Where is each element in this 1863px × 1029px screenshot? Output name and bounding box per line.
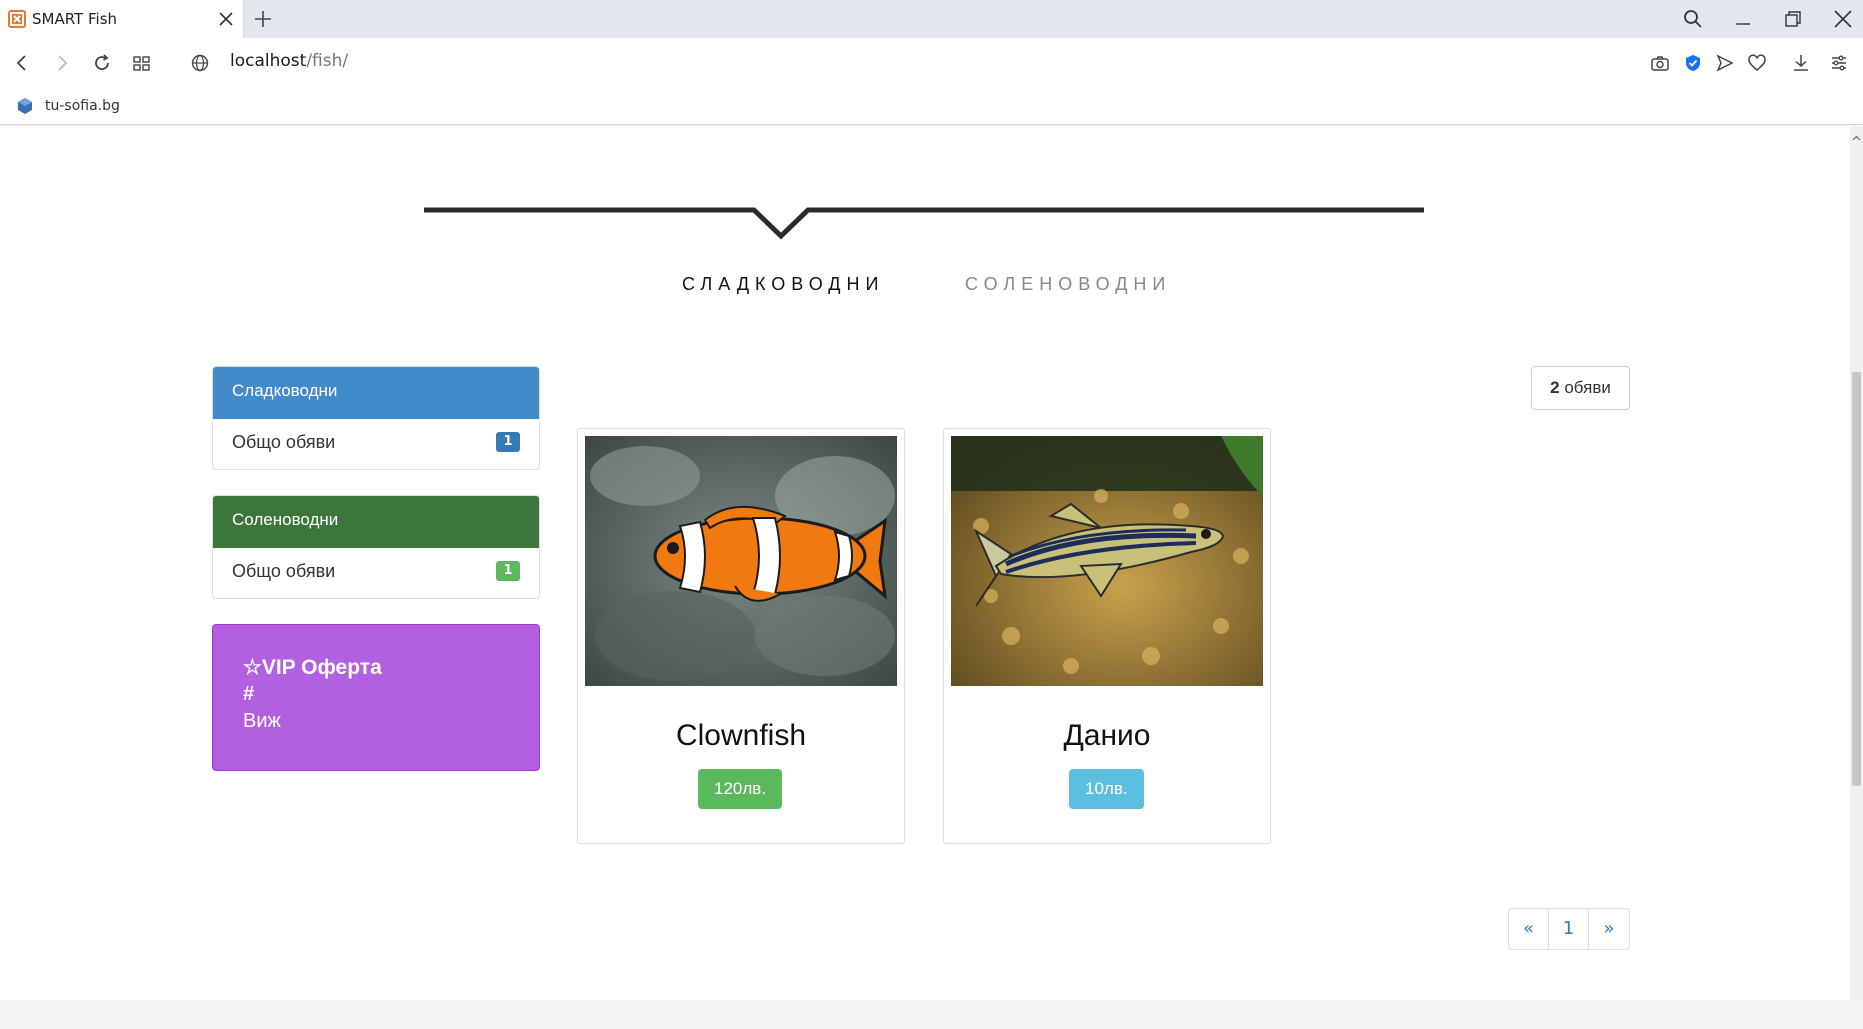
tabs-grid-icon[interactable] <box>130 51 154 75</box>
send-icon[interactable] <box>1713 51 1737 75</box>
filter-saltwater[interactable]: СОЛЕНОВОДНИ <box>965 274 1171 295</box>
vip-offer-link[interactable]: Виж <box>243 710 281 733</box>
scroll-up-arrow-icon[interactable] <box>1852 128 1861 141</box>
browser-tab[interactable]: SMART Fish <box>0 0 244 38</box>
filter-freshwater[interactable]: СЛАДКОВОДНИ <box>682 274 884 295</box>
pagination-next[interactable]: » <box>1589 909 1629 949</box>
tab-title: SMART Fish <box>32 10 118 28</box>
pagination-page-1[interactable]: 1 <box>1549 909 1589 949</box>
section-divider <box>424 207 1424 240</box>
url-field[interactable]: localhost/fish/ <box>230 51 348 71</box>
freshwater-total-label: Общо обяви <box>232 432 336 452</box>
freshwater-count-badge: 1 <box>496 432 520 452</box>
freshwater-panel: Сладководни Общо обяви 1 <box>212 366 540 470</box>
shield-icon[interactable] <box>1681 51 1705 75</box>
close-window-icon[interactable] <box>1832 8 1854 30</box>
forward-icon[interactable] <box>50 51 74 75</box>
bookmark-link[interactable]: tu-sofia.bg <box>45 98 120 114</box>
restore-icon[interactable] <box>1782 8 1804 30</box>
search-icon[interactable] <box>1682 8 1704 30</box>
xampp-favicon-icon <box>8 10 26 28</box>
vip-offer-title: ☆VIP Оферта <box>243 656 382 679</box>
results-count: 2 обяви <box>1531 366 1630 410</box>
saltwater-count-badge: 1 <box>496 561 520 581</box>
listing-price: 120лв. <box>698 769 783 809</box>
page-scrollbar[interactable] <box>1850 126 1863 1000</box>
back-icon[interactable] <box>10 51 34 75</box>
freshwater-total-row[interactable]: Общо обяви 1 <box>213 419 539 469</box>
clownfish-image[interactable] <box>585 436 897 686</box>
results-count-label: обяви <box>1559 378 1611 397</box>
danio-image[interactable] <box>951 436 1263 686</box>
vip-offer-box[interactable]: ☆VIP Оферта # Виж <box>212 624 540 771</box>
bookmark-favicon-icon <box>15 96 35 116</box>
new-tab-icon[interactable] <box>252 8 274 30</box>
scrollbar-thumb[interactable] <box>1852 372 1861 786</box>
listing-price: 10лв. <box>1069 769 1144 809</box>
page-bottom-strip <box>0 1000 1850 1029</box>
saltwater-total-label: Общо обяви <box>232 561 336 581</box>
listing-card[interactable]: Данио 10лв. <box>943 428 1271 844</box>
vip-offer-hash: # <box>243 683 255 705</box>
url-host: localhost <box>230 51 307 71</box>
listing-card[interactable]: Clownfish 120лв. <box>577 428 905 844</box>
camera-icon[interactable] <box>1648 51 1672 75</box>
bookmarks-bar: tu-sofia.bg <box>0 88 1863 125</box>
saltwater-panel-title[interactable]: Соленоводни <box>213 496 539 548</box>
heart-icon[interactable] <box>1745 51 1769 75</box>
address-bar: localhost/fish/ <box>0 38 1863 88</box>
minimize-icon[interactable] <box>1732 8 1754 30</box>
reload-icon[interactable] <box>90 51 114 75</box>
listing-name[interactable]: Данио <box>944 719 1270 753</box>
globe-icon <box>188 51 212 75</box>
listing-name[interactable]: Clownfish <box>578 719 904 753</box>
results-count-number: 2 <box>1550 378 1560 397</box>
freshwater-panel-title[interactable]: Сладководни <box>213 367 539 419</box>
close-tab-icon[interactable] <box>216 9 236 29</box>
pagination-prev[interactable]: « <box>1509 909 1549 949</box>
settings-sliders-icon[interactable] <box>1827 51 1851 75</box>
url-path: /fish/ <box>306 51 349 71</box>
pagination: « 1 » <box>1508 908 1630 950</box>
download-icon[interactable] <box>1789 51 1813 75</box>
saltwater-total-row[interactable]: Общо обяви 1 <box>213 548 539 598</box>
page-content: СЛАДКОВОДНИ СОЛЕНОВОДНИ Сладководни Общо… <box>0 126 1850 1000</box>
saltwater-panel: Соленоводни Общо обяви 1 <box>212 495 540 599</box>
tab-bar: SMART Fish <box>0 0 1863 38</box>
